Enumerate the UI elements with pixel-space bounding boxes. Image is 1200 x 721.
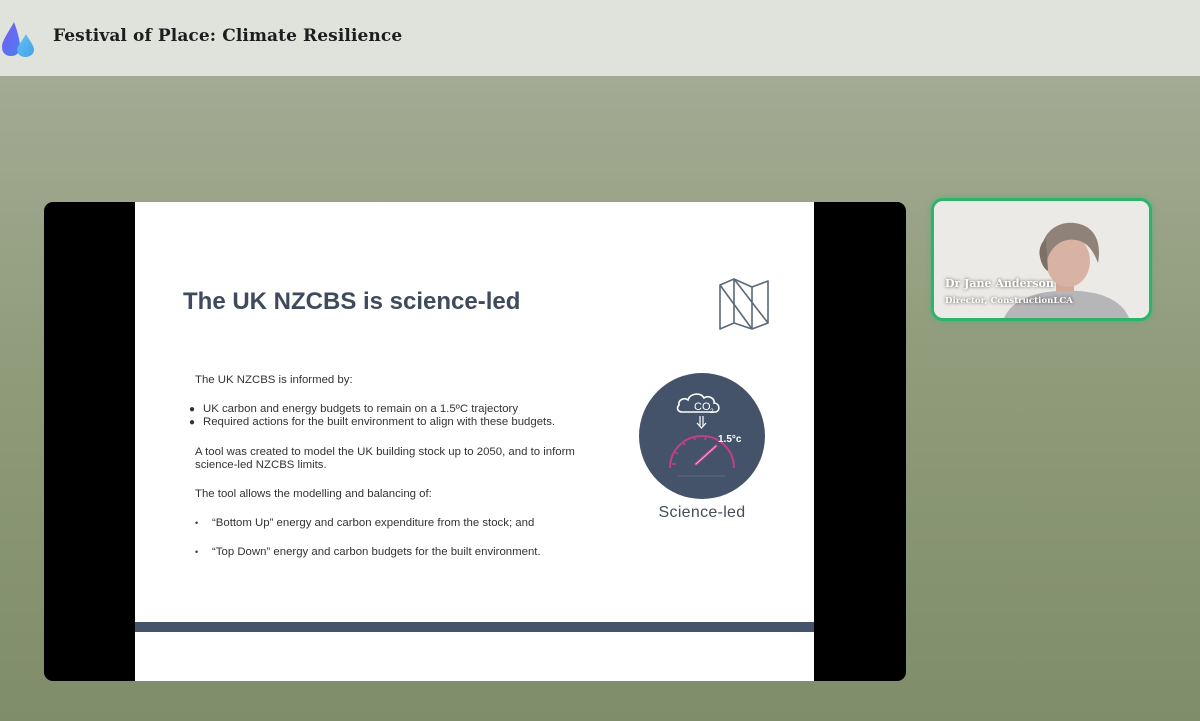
science-led-graphic: CO 2 1.5°c — [639, 373, 765, 499]
bullet-icon: • — [195, 547, 199, 557]
co2-subscript: 2 — [710, 408, 714, 415]
presentation-stage[interactable]: The UK NZCBS is science-led The UK NZCBS… — [44, 202, 906, 681]
science-led-caption: Science-led — [658, 504, 746, 521]
speaker-name: Dr Jane Anderson — [945, 277, 1054, 290]
tool-paragraph-line1: A tool was created to model the UK build… — [195, 446, 575, 458]
bullet-icon: ● — [189, 417, 196, 428]
droplet-logo-icon[interactable] — [0, 20, 38, 58]
speaker-role: Director, ConstructionLCA — [945, 296, 1073, 306]
list-item: • “Top Down” energy and carbon budgets fo… — [195, 546, 541, 558]
list-item: ● Required actions for the built environm… — [189, 416, 556, 428]
top-bar: Festival of Place: Climate Resilience — [0, 0, 1200, 76]
slide-title: The UK NZCBS is science-led — [183, 288, 521, 315]
slide: The UK NZCBS is science-led The UK NZCBS… — [135, 202, 814, 681]
tool-paragraph-line2: science-led NZCBS limits. — [195, 459, 327, 471]
list-item: ● UK carbon and energy budgets to remain … — [189, 403, 519, 415]
slide-intro: The UK NZCBS is informed by: — [195, 374, 353, 386]
nzcbs-logo-icon — [719, 278, 769, 330]
tool-allows: The tool allows the modelling and balanc… — [195, 488, 432, 500]
bullet-icon: • — [195, 518, 199, 528]
list-item: • “Bottom Up” energy and carbon expenditu… — [195, 517, 535, 529]
temp-label: 1.5°c — [718, 434, 742, 445]
slide-footer-bar — [135, 622, 814, 632]
speaker-video-tile[interactable]: Dr Jane Anderson Director, ConstructionL… — [931, 198, 1152, 321]
co2-label: CO — [694, 401, 711, 413]
event-title: Festival of Place: Climate Resilience — [53, 26, 403, 46]
bullet-icon: ● — [189, 404, 196, 415]
